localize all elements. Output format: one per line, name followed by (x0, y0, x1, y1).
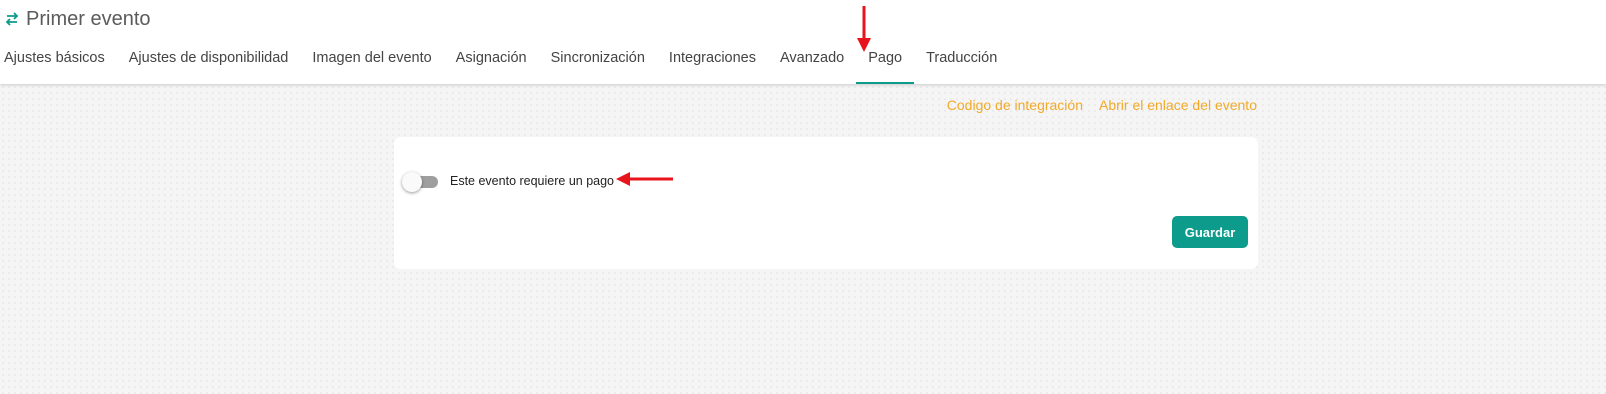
annotation-arrow-down-icon (857, 6, 871, 52)
toggle-thumb (402, 172, 422, 192)
tab-asignacion[interactable]: Asignación (444, 44, 539, 84)
annotation-arrow-left-icon (616, 172, 673, 186)
tab-imagen-evento[interactable]: Imagen del evento (300, 44, 443, 84)
open-event-link[interactable]: Abrir el enlace del evento (1099, 97, 1257, 113)
tab-traduccion[interactable]: Traducción (914, 44, 1009, 84)
payment-required-toggle[interactable] (402, 172, 440, 192)
tab-sincronizacion[interactable]: Sincronización (539, 44, 657, 84)
tab-avanzado[interactable]: Avanzado (768, 44, 856, 84)
event-links: Codigo de integración Abrir el enlace de… (947, 97, 1257, 113)
swap-arrows-icon (4, 11, 20, 27)
integration-code-link[interactable]: Codigo de integración (947, 97, 1083, 113)
tab-integraciones[interactable]: Integraciones (657, 44, 768, 84)
tab-ajustes-disponibilidad[interactable]: Ajustes de disponibilidad (117, 44, 301, 84)
page-title: Primer evento (26, 7, 151, 30)
payment-required-label: Este evento requiere un pago (450, 174, 615, 188)
title-row: Primer evento (4, 7, 151, 31)
save-button[interactable]: Guardar (1172, 216, 1248, 248)
top-bar: Primer evento Ajustes básicos Ajustes de… (0, 0, 1606, 84)
tab-ajustes-basicos[interactable]: Ajustes básicos (0, 44, 117, 84)
payment-card: Este evento requiere un pago Guardar (394, 137, 1258, 269)
